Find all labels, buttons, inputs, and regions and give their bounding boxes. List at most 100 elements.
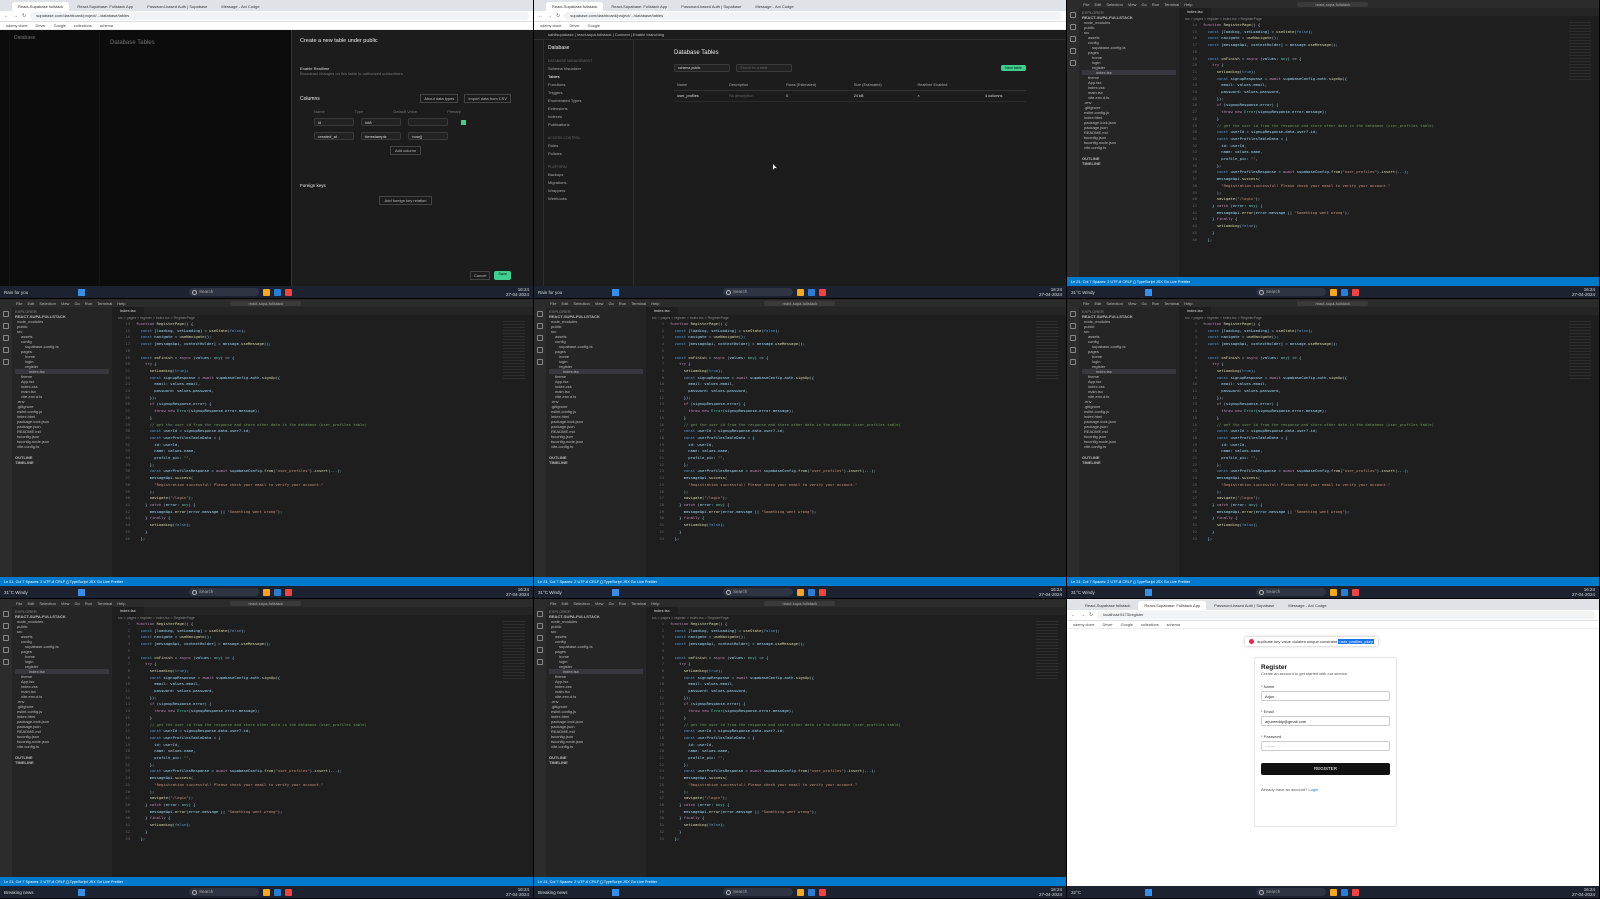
code-line[interactable]: 21 profile_pic: "", — [650, 755, 1066, 762]
menu-item[interactable]: Selection — [1106, 301, 1122, 306]
files-icon[interactable] — [3, 311, 9, 317]
code-line[interactable]: 22 }; — [1183, 462, 1599, 469]
menu-item[interactable]: Help — [651, 301, 659, 306]
code-line[interactable]: 39 ); — [116, 489, 533, 496]
run-debug-icon[interactable] — [3, 347, 9, 353]
search-icon[interactable] — [537, 323, 543, 329]
bookmark[interactable]: udemy clone — [6, 24, 28, 28]
nav-item[interactable]: Extensions — [548, 105, 629, 113]
email-field[interactable]: arjunreddy@gmail.com — [1261, 716, 1390, 726]
code-line[interactable]: 29 messageApi.error(error.message || "So… — [650, 809, 1066, 816]
code-editor[interactable]: 1 function RegisterPage() {2 const [loadi… — [646, 321, 1066, 542]
code-line[interactable]: 37 messageApi.success( — [116, 475, 533, 482]
editor-tab[interactable]: index.tsx — [112, 307, 144, 315]
code-line[interactable]: 4 const [messageApi, contextHolder] = me… — [650, 641, 1066, 648]
code-line[interactable]: 23 email: values.email, — [116, 381, 533, 388]
taskbar-search[interactable]: Search — [723, 288, 793, 296]
code-line[interactable]: 15 } — [1183, 415, 1599, 422]
code-line[interactable]: 15 } — [650, 415, 1066, 422]
minimap[interactable] — [1569, 22, 1591, 82]
column-name-input[interactable]: created_at — [314, 132, 354, 140]
code-line[interactable]: 11 password: values.password, — [116, 688, 533, 695]
code-line[interactable]: 32 id: userId, — [116, 442, 533, 449]
menu-item[interactable]: View — [1128, 301, 1137, 306]
search-icon[interactable] — [1070, 323, 1076, 329]
code-line[interactable]: 11 password: values.password, — [650, 688, 1066, 695]
code-line[interactable]: 10 email: values.email, — [1183, 381, 1599, 388]
code-line[interactable]: 20 name: values.name, — [650, 448, 1066, 455]
bookmark[interactable]: collections — [74, 24, 92, 28]
code-line[interactable]: 45 } — [116, 529, 533, 536]
windows-icon[interactable] — [1145, 888, 1152, 896]
source-control-icon[interactable] — [3, 335, 9, 341]
code-editor[interactable]: 1 function RegisterPage() {2 const [loadi… — [1179, 321, 1599, 542]
code-line[interactable]: 18 const userProfilesTableData = { — [1183, 435, 1599, 442]
code-line[interactable]: 32 } — [1183, 529, 1599, 536]
code-line[interactable]: 31 setLoading(false); — [1183, 522, 1599, 529]
editor-tab[interactable]: index.tsx — [1179, 307, 1211, 315]
code-line[interactable]: 8 setLoading(true); — [116, 668, 533, 675]
browser-icon[interactable] — [819, 288, 826, 296]
browser-tab[interactable]: Message - Ani Codge — [1282, 601, 1332, 610]
code-line[interactable]: 15 const [loading, setLoading] = useStat… — [116, 328, 533, 335]
code-line[interactable]: 20 try { — [116, 361, 533, 368]
code-line[interactable]: 24 messageApi.success( — [650, 775, 1066, 782]
bookmark[interactable]: collections — [1141, 623, 1159, 627]
code-line[interactable]: 27 throw new Error(signupResponse.error.… — [1183, 109, 1599, 116]
search-icon[interactable] — [3, 323, 9, 329]
column-type-select[interactable]: int8 — [361, 118, 402, 126]
code-line[interactable]: 3 const navigate = useNavigate(); — [116, 634, 533, 641]
name-field[interactable]: Arjun — [1261, 691, 1390, 701]
weather-widget[interactable]: 32°C — [1071, 890, 1131, 895]
back-icon[interactable]: ← — [1071, 612, 1076, 618]
file-tree-item[interactable]: vite.config.ts — [1082, 444, 1176, 449]
code-line[interactable]: 31 setLoading(false); — [116, 822, 533, 829]
vscode-icon[interactable] — [808, 288, 815, 296]
folder-icon[interactable] — [263, 288, 270, 296]
weather-widget[interactable]: Breaking news — [538, 890, 598, 895]
code-line[interactable]: 13 if (signupResponse.error) { — [650, 401, 1066, 408]
nav-item[interactable]: Wrappers — [548, 187, 629, 195]
table-search-input[interactable]: Search for a table — [736, 64, 792, 72]
code-line[interactable]: 30 } finally { — [116, 815, 533, 822]
menu-item[interactable]: Help — [1184, 301, 1192, 306]
code-line[interactable]: 28 } catch (error: any) { — [650, 502, 1066, 509]
run-debug-icon[interactable] — [1070, 48, 1076, 54]
code-line[interactable]: 9 const signupResponse = await supabaseC… — [650, 375, 1066, 382]
file-tree-item[interactable]: vite.config.ts — [15, 744, 109, 749]
code-line[interactable]: 27 navigate("/login"); — [116, 795, 533, 802]
code-line[interactable]: 32 id: userId, — [1183, 143, 1599, 150]
code-line[interactable]: 24 password: values.password, — [116, 388, 533, 395]
code-line[interactable]: 1 function RegisterPage() { — [650, 621, 1066, 628]
bookmark[interactable]: Google — [1121, 623, 1133, 627]
menu-item[interactable]: View — [595, 601, 604, 606]
code-line[interactable]: 8 setLoading(true); — [1183, 368, 1599, 375]
menu-item[interactable]: Edit — [27, 601, 34, 606]
vscode-icon[interactable] — [1341, 288, 1348, 296]
folder-icon[interactable] — [797, 588, 804, 596]
code-line[interactable]: 31 setLoading(false); — [650, 522, 1066, 529]
windows-icon[interactable] — [1145, 588, 1152, 596]
code-line[interactable]: 30 } finally { — [650, 815, 1066, 822]
code-line[interactable]: 8 setLoading(true); — [650, 368, 1066, 375]
reload-icon[interactable]: ↻ — [556, 13, 560, 19]
menu-item[interactable]: Go — [1141, 2, 1146, 7]
code-line[interactable]: 3 const navigate = useNavigate(); — [650, 634, 1066, 641]
code-line[interactable]: 5 — [650, 348, 1066, 355]
extensions-icon[interactable] — [1070, 359, 1076, 365]
search-icon[interactable] — [1070, 24, 1076, 30]
code-line[interactable]: 44 setLoading(false); — [116, 522, 533, 529]
code-line[interactable]: 15 const [loading, setLoading] = useStat… — [1183, 29, 1599, 36]
code-line[interactable]: 42 messageApi.error(error.message || "So… — [1183, 210, 1599, 217]
code-line[interactable]: 4 const [messageApi, contextHolder] = me… — [650, 341, 1066, 348]
code-line[interactable]: 24 messageApi.success( — [116, 775, 533, 782]
code-line[interactable]: 23 email: values.email, — [1183, 82, 1599, 89]
code-line[interactable]: 17 const userId = signupResponse.data.us… — [650, 428, 1066, 435]
bookmark[interactable]: Google — [54, 24, 66, 28]
file-tree-item[interactable]: vite.config.ts — [1082, 145, 1176, 150]
taskbar-search[interactable]: Search — [1256, 288, 1326, 296]
windows-icon[interactable] — [78, 288, 85, 296]
files-icon[interactable] — [537, 611, 543, 617]
code-line[interactable]: 1 function RegisterPage() { — [1183, 321, 1599, 328]
code-line[interactable]: 26 ); — [116, 789, 533, 796]
